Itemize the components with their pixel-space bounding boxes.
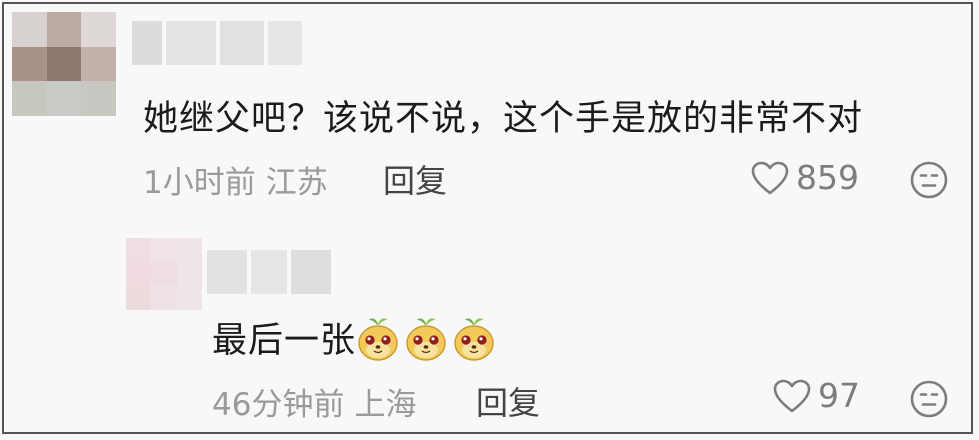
comment-meta: 46分钟前 上海 bbox=[212, 379, 416, 424]
cute-mascot-emoji-icon bbox=[358, 318, 398, 361]
like-count: 97 bbox=[818, 376, 860, 415]
comment-meta: 1小时前 江苏 bbox=[143, 157, 328, 202]
avatar[interactable] bbox=[126, 238, 202, 310]
cute-mascot-emoji-icon bbox=[454, 318, 494, 361]
cute-mascot-emoji-icon bbox=[406, 318, 446, 361]
reply-button[interactable]: 回复 bbox=[476, 378, 540, 424]
emoji-row bbox=[356, 318, 500, 361]
comment-time: 46分钟前 bbox=[212, 387, 345, 423]
reaction-button[interactable] bbox=[908, 159, 950, 205]
heart-outline-icon bbox=[751, 161, 789, 194]
username-blurred[interactable] bbox=[132, 21, 302, 65]
like-count: 859 bbox=[796, 158, 859, 197]
heart-outline-icon bbox=[773, 379, 811, 412]
comment-text: 她继父吧？该说不说，这个手是放的非常不对 bbox=[143, 99, 864, 139]
comment-text: 最后一张 bbox=[212, 312, 500, 366]
avatar[interactable] bbox=[12, 12, 116, 116]
comment-location: 上海 bbox=[354, 387, 417, 423]
comment-location: 江苏 bbox=[265, 165, 328, 201]
neutral-face-icon bbox=[910, 161, 948, 199]
comment-section: 她继父吧？该说不说，这个手是放的非常不对 1小时前 江苏 回复 859 最后一张 … bbox=[2, 2, 973, 434]
like-button[interactable]: 97 bbox=[772, 376, 860, 415]
neutral-face-icon bbox=[910, 380, 948, 418]
like-button[interactable]: 859 bbox=[750, 158, 859, 197]
comment-time: 1小时前 bbox=[143, 165, 256, 201]
username-blurred[interactable] bbox=[207, 250, 331, 294]
reaction-button[interactable] bbox=[908, 378, 950, 424]
reply-button[interactable]: 回复 bbox=[383, 156, 447, 202]
comment-text-content: 最后一张 bbox=[212, 321, 357, 361]
